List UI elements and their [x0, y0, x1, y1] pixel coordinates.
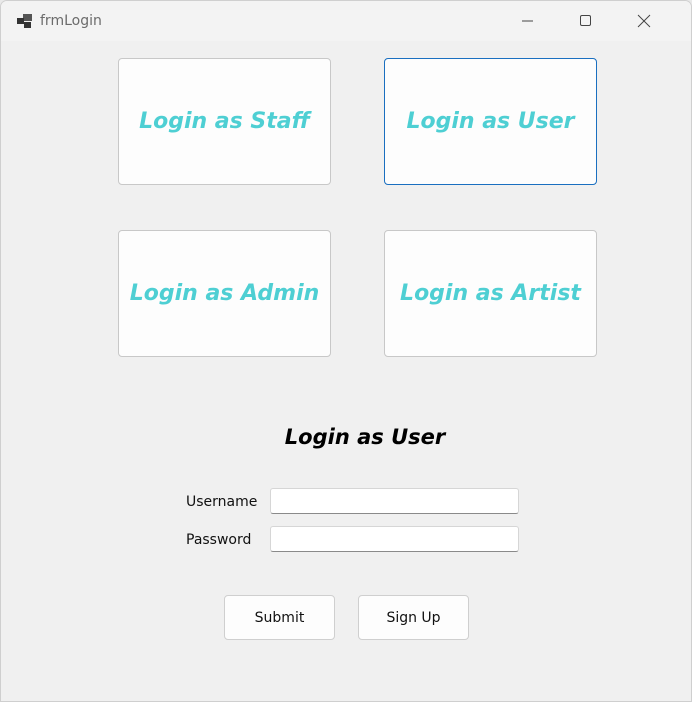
login-as-admin-button[interactable]: Login as Admin	[118, 230, 331, 357]
maximize-button[interactable]	[557, 1, 615, 41]
password-label: Password	[186, 532, 252, 548]
login-window: frmLogin Login as Staff Login as User Lo…	[0, 0, 692, 702]
sign-up-button[interactable]: Sign Up	[358, 595, 469, 640]
title-bar[interactable]: frmLogin	[1, 1, 691, 41]
maximize-icon	[580, 15, 591, 26]
window-title: frmLogin	[40, 13, 102, 29]
login-as-artist-button[interactable]: Login as Artist	[384, 230, 597, 357]
login-as-user-button[interactable]: Login as User	[384, 58, 597, 185]
close-button[interactable]	[615, 1, 673, 41]
submit-button[interactable]: Submit	[224, 595, 335, 640]
close-icon	[637, 14, 651, 28]
username-field[interactable]	[270, 488, 519, 514]
app-icon	[17, 14, 32, 28]
minimize-button[interactable]	[499, 1, 557, 41]
minimize-icon	[522, 20, 533, 22]
username-label: Username	[186, 494, 258, 510]
form-heading: Login as User	[284, 425, 446, 449]
password-field[interactable]	[270, 526, 519, 552]
login-as-staff-button[interactable]: Login as Staff	[118, 58, 331, 185]
